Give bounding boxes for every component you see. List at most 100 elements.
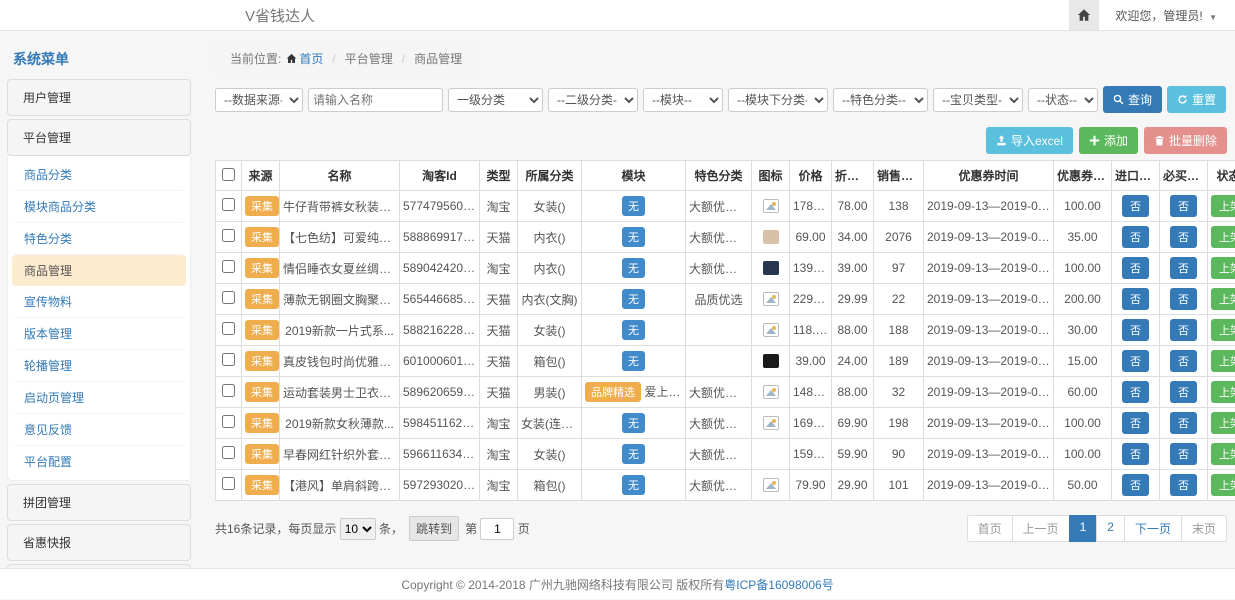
import-toggle-button[interactable]: 否 bbox=[1122, 381, 1149, 403]
filter-select-2[interactable]: 一级分类 bbox=[448, 88, 543, 112]
per-page-select[interactable]: 10 bbox=[340, 518, 376, 540]
row-checkbox[interactable] bbox=[222, 384, 235, 397]
module-badge[interactable]: 无 bbox=[622, 413, 645, 433]
module-badge[interactable]: 无 bbox=[622, 289, 645, 309]
row-checkbox[interactable] bbox=[222, 322, 235, 335]
module-badge[interactable]: 无 bbox=[622, 196, 645, 216]
import-toggle-button[interactable]: 否 bbox=[1122, 288, 1149, 310]
module-badge[interactable]: 无 bbox=[622, 227, 645, 247]
module-badge[interactable]: 无 bbox=[622, 258, 645, 278]
status-button[interactable]: 上架 bbox=[1211, 381, 1235, 403]
module-badge[interactable]: 品牌精选 bbox=[585, 382, 641, 402]
type-cell: 天猫 bbox=[480, 346, 518, 377]
module-badge[interactable]: 无 bbox=[622, 475, 645, 495]
filter-select-0[interactable]: --数据来源-- bbox=[215, 88, 303, 112]
add-button[interactable]: 添加 bbox=[1079, 127, 1138, 154]
import-select-cell: 否 bbox=[1112, 284, 1160, 315]
sidebar-section-用户管理[interactable]: 用户管理 bbox=[7, 79, 191, 116]
import-toggle-button[interactable]: 否 bbox=[1122, 257, 1149, 279]
page-button-1[interactable]: 1 bbox=[1069, 515, 1098, 542]
import-toggle-button[interactable]: 否 bbox=[1122, 319, 1149, 341]
sidebar-item-版本管理[interactable]: 版本管理 bbox=[12, 318, 186, 350]
search-button[interactable]: 查询 bbox=[1103, 86, 1162, 113]
must-buy-toggle-button[interactable]: 否 bbox=[1170, 288, 1197, 310]
status-button[interactable]: 上架 bbox=[1211, 412, 1235, 434]
status-button[interactable]: 上架 bbox=[1211, 195, 1235, 217]
reset-button[interactable]: 重置 bbox=[1167, 86, 1226, 113]
import-toggle-button[interactable]: 否 bbox=[1122, 350, 1149, 372]
name-search-input[interactable] bbox=[308, 88, 443, 112]
import-toggle-button[interactable]: 否 bbox=[1122, 443, 1149, 465]
filter-select-5[interactable]: --模块下分类-- bbox=[728, 88, 828, 112]
row-checkbox[interactable] bbox=[222, 291, 235, 304]
sidebar-item-模块商品分类[interactable]: 模块商品分类 bbox=[12, 191, 186, 223]
page-button-首页[interactable]: 首页 bbox=[967, 515, 1013, 542]
sidebar-section-省惠快报[interactable]: 省惠快报 bbox=[7, 524, 191, 561]
row-checkbox[interactable] bbox=[222, 477, 235, 490]
status-button[interactable]: 上架 bbox=[1211, 350, 1235, 372]
batch-delete-button[interactable]: 批量删除 bbox=[1144, 127, 1227, 154]
sidebar-section-消息管理[interactable]: 消息管理 bbox=[7, 564, 191, 568]
row-checkbox[interactable] bbox=[222, 415, 235, 428]
import-toggle-button[interactable]: 否 bbox=[1122, 226, 1149, 248]
filter-select-3[interactable]: --二级分类-- bbox=[548, 88, 638, 112]
jump-page-input[interactable] bbox=[480, 518, 514, 540]
row-checkbox[interactable] bbox=[222, 229, 235, 242]
page-button-2[interactable]: 2 bbox=[1096, 515, 1125, 542]
must-buy-toggle-button[interactable]: 否 bbox=[1170, 474, 1197, 496]
status-button[interactable]: 上架 bbox=[1211, 257, 1235, 279]
user-menu[interactable]: 欢迎您，管理员! ▼ bbox=[1115, 7, 1217, 24]
must-buy-toggle-button[interactable]: 否 bbox=[1170, 319, 1197, 341]
row-checkbox[interactable] bbox=[222, 353, 235, 366]
select-all-checkbox[interactable] bbox=[222, 168, 235, 181]
sidebar-item-启动页管理[interactable]: 启动页管理 bbox=[12, 382, 186, 414]
row-checkbox[interactable] bbox=[222, 446, 235, 459]
import-excel-button[interactable]: 导入excel bbox=[986, 127, 1073, 154]
sidebar-item-商品管理[interactable]: 商品管理 bbox=[12, 255, 186, 286]
sidebar-item-轮播管理[interactable]: 轮播管理 bbox=[12, 350, 186, 382]
sidebar-item-特色分类[interactable]: 特色分类 bbox=[12, 223, 186, 255]
status-button[interactable]: 上架 bbox=[1211, 474, 1235, 496]
import-toggle-button[interactable]: 否 bbox=[1122, 474, 1149, 496]
sidebar-item-意见反馈[interactable]: 意见反馈 bbox=[12, 414, 186, 446]
status-button[interactable]: 上架 bbox=[1211, 319, 1235, 341]
must-buy-toggle-button[interactable]: 否 bbox=[1170, 412, 1197, 434]
must-buy-toggle-button[interactable]: 否 bbox=[1170, 381, 1197, 403]
must-buy-toggle-button[interactable]: 否 bbox=[1170, 350, 1197, 372]
filter-select-8[interactable]: --状态-- bbox=[1028, 88, 1098, 112]
source-badge: 采集 bbox=[245, 320, 279, 340]
plus-icon bbox=[1089, 135, 1100, 146]
page-button-末页[interactable]: 末页 bbox=[1181, 515, 1227, 542]
status-button[interactable]: 上架 bbox=[1211, 226, 1235, 248]
filter-select-4[interactable]: --模块-- bbox=[643, 88, 723, 112]
module-badge[interactable]: 无 bbox=[622, 320, 645, 340]
must-buy-toggle-button[interactable]: 否 bbox=[1170, 195, 1197, 217]
sidebar-item-平台配置[interactable]: 平台配置 bbox=[12, 446, 186, 477]
must-buy-toggle-button[interactable]: 否 bbox=[1170, 226, 1197, 248]
sales-count-cell: 198 bbox=[874, 408, 924, 439]
discount-price-cell: 29.99 bbox=[832, 284, 874, 315]
page-button-上一页[interactable]: 上一页 bbox=[1012, 515, 1070, 542]
row-checkbox[interactable] bbox=[222, 260, 235, 273]
must-buy-toggle-button[interactable]: 否 bbox=[1170, 443, 1197, 465]
home-button[interactable] bbox=[1069, 0, 1099, 30]
jump-button[interactable]: 跳转到 bbox=[409, 516, 459, 541]
status-button[interactable]: 上架 bbox=[1211, 443, 1235, 465]
import-toggle-button[interactable]: 否 bbox=[1122, 195, 1149, 217]
module-badge[interactable]: 无 bbox=[622, 351, 645, 371]
import-toggle-button[interactable]: 否 bbox=[1122, 412, 1149, 434]
breadcrumb-home-link[interactable]: 首页 bbox=[286, 50, 323, 67]
sidebar-section-平台管理[interactable]: 平台管理 bbox=[7, 119, 191, 156]
sidebar-item-宣传物料[interactable]: 宣传物料 bbox=[12, 286, 186, 318]
sidebar-section-拼团管理[interactable]: 拼团管理 bbox=[7, 484, 191, 521]
filter-select-6[interactable]: --特色分类-- bbox=[833, 88, 928, 112]
module-badge[interactable]: 无 bbox=[622, 444, 645, 464]
must-buy-toggle-button[interactable]: 否 bbox=[1170, 257, 1197, 279]
icp-link[interactable]: 粤ICP备16098006号 bbox=[724, 576, 833, 593]
filter-select-7[interactable]: --宝贝类型-- bbox=[933, 88, 1023, 112]
row-checkbox[interactable] bbox=[222, 198, 235, 211]
status-button[interactable]: 上架 bbox=[1211, 288, 1235, 310]
sidebar-item-商品分类[interactable]: 商品分类 bbox=[12, 159, 186, 191]
icon-cell bbox=[752, 346, 790, 377]
page-button-下一页[interactable]: 下一页 bbox=[1124, 515, 1182, 542]
